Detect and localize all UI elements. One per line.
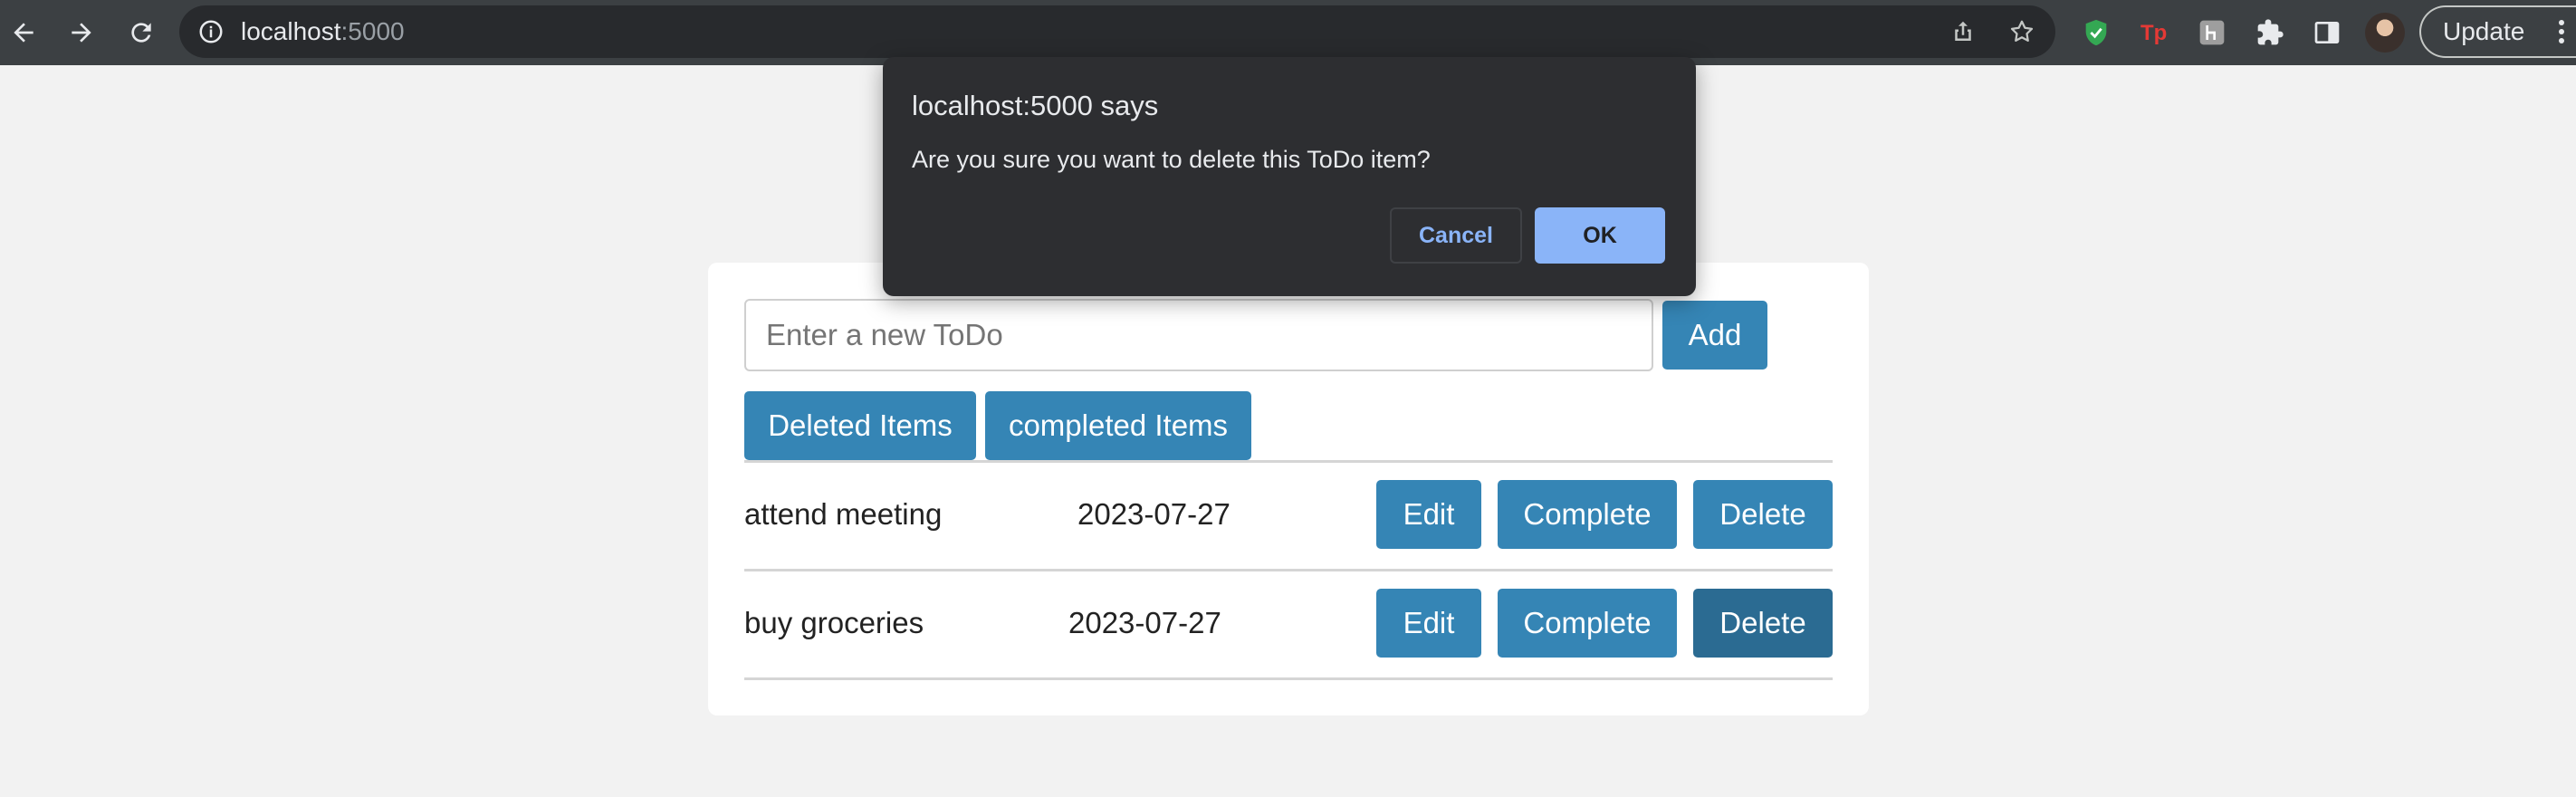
browser-toolbar: localhost:5000 Tp Update (0, 0, 2576, 65)
dialog-title: localhost:5000 says (912, 90, 1159, 121)
profile-avatar[interactable] (2365, 13, 2405, 53)
update-button[interactable]: Update (2419, 5, 2576, 58)
complete-button[interactable]: Complete (1498, 480, 1677, 549)
url-text: localhost:5000 (241, 5, 405, 58)
site-info-icon[interactable] (197, 18, 225, 45)
deleted-items-button[interactable]: Deleted Items (744, 391, 976, 460)
reload-icon[interactable] (123, 14, 159, 51)
add-button[interactable]: Add (1662, 301, 1767, 370)
complete-button[interactable]: Complete (1498, 589, 1677, 658)
todo-card: Add Deleted Items completed Items attend… (708, 263, 1869, 715)
delete-button[interactable]: Delete (1693, 589, 1833, 658)
bookmark-star-icon[interactable] (2008, 18, 2035, 45)
cancel-button[interactable]: Cancel (1390, 207, 1522, 264)
tp-extension-icon[interactable]: Tp (2137, 14, 2173, 51)
dialog-message: Are you sure you want to delete this ToD… (912, 146, 1431, 173)
url-port: :5000 (340, 17, 405, 45)
delete-button[interactable]: Delete (1693, 480, 1833, 549)
shield-check-extension-icon[interactable] (2078, 14, 2114, 51)
more-menu-icon[interactable] (2559, 19, 2564, 44)
completed-items-button[interactable]: completed Items (985, 391, 1251, 460)
address-bar[interactable]: localhost:5000 (179, 5, 2055, 58)
new-todo-input[interactable] (744, 299, 1653, 371)
divider (744, 569, 1833, 571)
edit-button[interactable]: Edit (1376, 589, 1481, 658)
confirm-dialog: localhost:5000 says Are you sure you wan… (883, 57, 1696, 296)
todo-date: 2023-07-27 (1077, 497, 1231, 531)
url-host: localhost (241, 17, 341, 45)
svg-text:Tp: Tp (2140, 21, 2167, 45)
update-label: Update (2443, 17, 2525, 45)
divider (744, 677, 1833, 680)
todo-text: attend meeting (744, 497, 943, 531)
forward-arrow-icon[interactable] (63, 14, 100, 51)
edit-button[interactable]: Edit (1376, 480, 1481, 549)
h-extension-icon[interactable] (2194, 14, 2230, 51)
side-panel-icon[interactable] (2309, 14, 2345, 51)
todo-date: 2023-07-27 (1068, 606, 1221, 639)
ok-button[interactable]: OK (1535, 207, 1665, 264)
back-arrow-icon[interactable] (5, 14, 42, 51)
puzzle-extensions-icon[interactable] (2252, 14, 2288, 51)
divider (744, 460, 1833, 463)
share-icon[interactable] (1949, 18, 1977, 45)
todo-text: buy groceries (744, 606, 924, 639)
